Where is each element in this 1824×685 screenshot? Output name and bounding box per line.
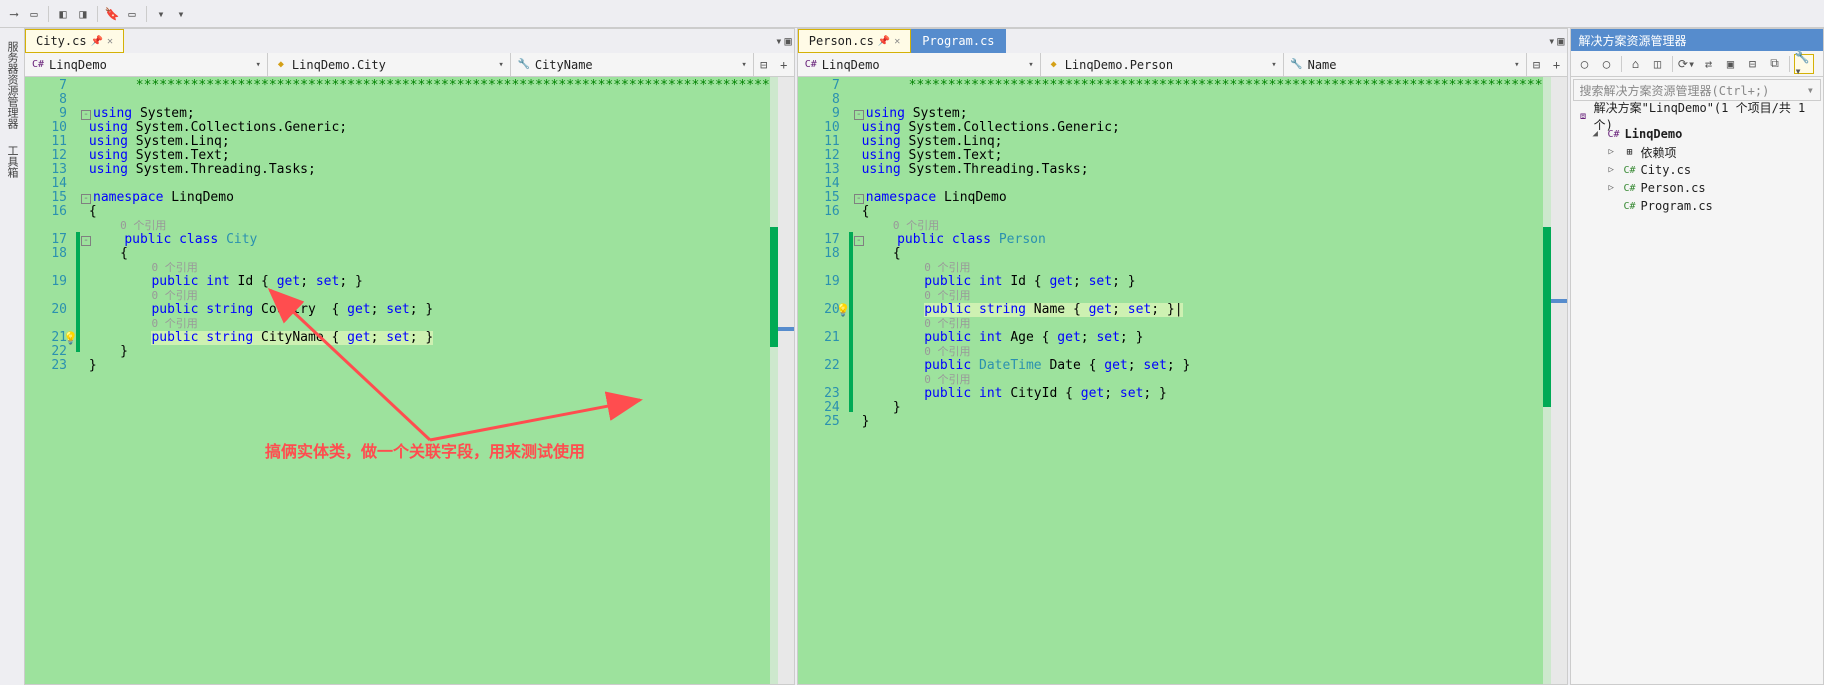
dropdown-icon[interactable]: ▾ [173, 6, 189, 22]
code-text[interactable]: ****************************************… [81, 77, 770, 684]
dependencies-node[interactable]: ▷ ⊞ 依赖项 [1577, 143, 1817, 161]
csharp-icon: C# [31, 58, 45, 72]
solution-toolbar: ◯ ◯ ⌂ ◫ ⟳▾ ⇄ ▣ ⊟ ⧉ 🔧▾ [1571, 51, 1823, 77]
class-icon: ◆ [274, 58, 288, 72]
csharp-icon: C# [804, 58, 818, 72]
project-combo[interactable]: C# LinqDemo▾ [798, 53, 1041, 76]
editor-pane-city: City.cs 📌 ✕ ▾ ▣ C# LinqDemo▾ ◆ LinqDemo.… [24, 28, 795, 685]
show-all-icon[interactable]: ▣ [1721, 54, 1741, 74]
member-combo[interactable]: 🔧 CityName▾ [511, 53, 754, 76]
back-icon[interactable]: ◯ [1575, 54, 1595, 74]
home-icon[interactable]: ⌂ [1626, 54, 1646, 74]
expand-icon[interactable]: ▷ [1609, 165, 1619, 175]
toolbar-icon[interactable]: ◧ [55, 6, 71, 22]
split-icon[interactable]: ⊟ [754, 58, 774, 72]
wrench-icon[interactable]: 🔧▾ [1794, 54, 1814, 74]
server-explorer-tab[interactable]: 服务器资源管理器 [1, 36, 23, 134]
tab-city-cs[interactable]: City.cs 📌 ✕ [25, 29, 124, 53]
csharp-file-icon: C# [1623, 163, 1637, 177]
vertical-scrollbar[interactable] [1551, 77, 1567, 684]
toolbar-icon[interactable]: ▭ [26, 6, 42, 22]
solution-tree: ⧈ 解决方案"LinqDemo"(1 个项目/共 1 个) ◢ C# LinqD… [1571, 103, 1823, 219]
close-icon[interactable]: ✕ [894, 36, 900, 47]
toolbox-tab[interactable]: 工具箱 [1, 140, 23, 183]
collapse-icon[interactable]: ⊟ [1743, 54, 1763, 74]
solution-icon: ⧈ [1577, 109, 1590, 123]
class-combo[interactable]: ◆ LinqDemo.Person▾ [1041, 53, 1284, 76]
sync-icon[interactable]: ⇄ [1699, 54, 1719, 74]
search-dropdown-icon[interactable]: ▾ [1807, 83, 1814, 97]
minimap[interactable] [770, 77, 778, 684]
maximize-icon[interactable]: ▣ [1557, 34, 1564, 48]
tab-label: Person.cs [809, 34, 874, 48]
solution-icon[interactable]: ◫ [1648, 54, 1668, 74]
file-city-cs[interactable]: ▷ C# City.cs [1577, 161, 1817, 179]
solution-explorer-title: 解决方案资源管理器 [1571, 29, 1823, 51]
refresh-icon[interactable]: ⟳▾ [1677, 54, 1697, 74]
expand-icon[interactable]: ◢ [1593, 129, 1603, 139]
tab-label: Program.cs [922, 34, 994, 48]
close-icon[interactable]: ✕ [107, 36, 113, 47]
top-toolbar: ⟶ ▭ ◧ ◨ 🔖 ▭ ▾ ▾ [0, 0, 1824, 28]
tab-overflow-icon[interactable]: ▾ [775, 34, 782, 48]
toolbar-icon[interactable]: ⟶ [6, 6, 22, 22]
code-area-city[interactable]: 78910111213141516 1718 19 20 212223 ****… [25, 77, 794, 684]
lightbulb-icon[interactable]: 💡 [63, 331, 77, 345]
dropdown-icon[interactable]: ▾ [153, 6, 169, 22]
copy-icon[interactable]: ⧉ [1765, 54, 1785, 74]
dependencies-icon: ⊞ [1623, 145, 1637, 159]
plus-icon[interactable]: + [1547, 58, 1567, 72]
tab-overflow-icon[interactable]: ▾ [1548, 34, 1555, 48]
csharp-file-icon: C# [1623, 181, 1637, 195]
forward-icon[interactable]: ◯ [1597, 54, 1617, 74]
left-sidebar: 服务器资源管理器 工具箱 [2, 36, 22, 183]
line-gutter: 78910111213141516 1718 19 20 21 22 23242… [798, 77, 848, 684]
tab-person-cs[interactable]: Person.cs 📌 ✕ [798, 29, 912, 53]
code-text[interactable]: ****************************************… [854, 77, 1543, 684]
project-combo[interactable]: C# LinqDemo▾ [25, 53, 268, 76]
member-combo[interactable]: 🔧 Name▾ [1284, 53, 1527, 76]
tab-program-cs[interactable]: Program.cs [911, 29, 1005, 53]
pin-icon[interactable]: 📌 [878, 36, 890, 47]
maximize-icon[interactable]: ▣ [785, 34, 792, 48]
solution-explorer: 解决方案资源管理器 ◯ ◯ ⌂ ◫ ⟳▾ ⇄ ▣ ⊟ ⧉ 🔧▾ 搜索解决方案资源… [1570, 28, 1824, 685]
class-icon: ◆ [1047, 58, 1061, 72]
class-combo[interactable]: ◆ LinqDemo.City▾ [268, 53, 511, 76]
pin-icon[interactable]: 📌 [91, 36, 103, 47]
file-person-cs[interactable]: ▷ C# Person.cs [1577, 179, 1817, 197]
expand-icon[interactable]: ▷ [1609, 147, 1619, 157]
csharp-project-icon: C# [1607, 127, 1621, 141]
file-program-cs[interactable]: C# Program.cs [1577, 197, 1817, 215]
csharp-file-icon: C# [1623, 199, 1637, 213]
toolbar-icon[interactable]: ▭ [124, 6, 140, 22]
wrench-icon: 🔧 [517, 58, 531, 72]
expand-icon[interactable]: ▷ [1609, 183, 1619, 193]
vertical-scrollbar[interactable] [778, 77, 794, 684]
bookmark-icon[interactable]: 🔖 [104, 6, 120, 22]
solution-root[interactable]: ⧈ 解决方案"LinqDemo"(1 个项目/共 1 个) [1577, 107, 1817, 125]
tab-label: City.cs [36, 34, 87, 48]
plus-icon[interactable]: + [774, 58, 794, 72]
editor-pane-person: Person.cs 📌 ✕ Program.cs ▾ ▣ C# LinqDemo… [797, 28, 1568, 685]
wrench-icon: 🔧 [1290, 58, 1304, 72]
code-area-person[interactable]: 78910111213141516 1718 19 20 21 22 23242… [798, 77, 1567, 684]
solution-search-input[interactable]: 搜索解决方案资源管理器(Ctrl+;) ▾ [1573, 79, 1821, 101]
lightbulb-icon[interactable]: 💡 [836, 303, 850, 317]
line-gutter: 78910111213141516 1718 19 20 212223 [25, 77, 75, 684]
minimap[interactable] [1543, 77, 1551, 684]
toolbar-icon[interactable]: ◨ [75, 6, 91, 22]
split-icon[interactable]: ⊟ [1527, 58, 1547, 72]
